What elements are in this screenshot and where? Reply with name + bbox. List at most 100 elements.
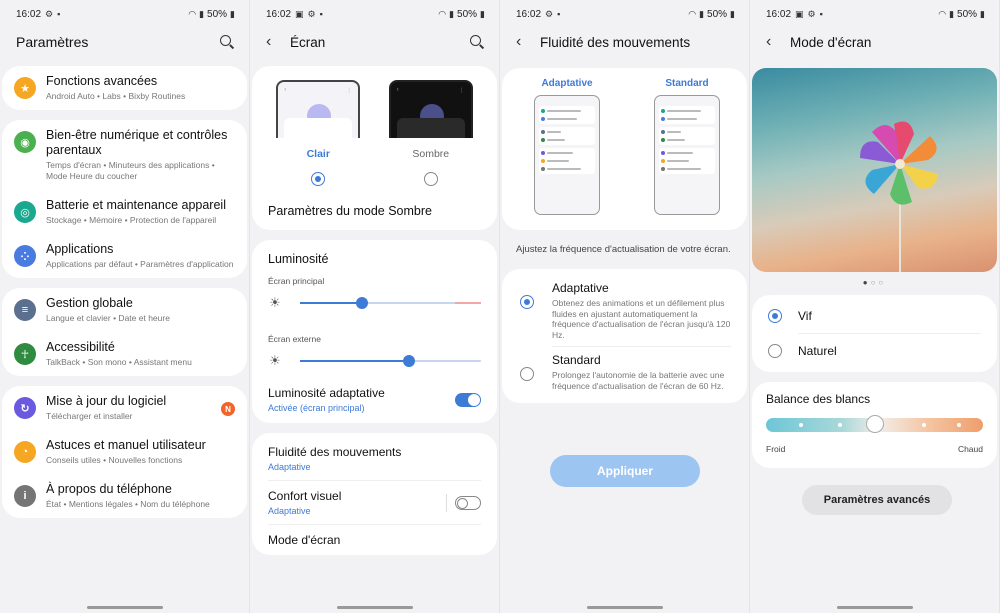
natural-option[interactable]: Naturel	[752, 334, 997, 368]
motion-status: Adaptative	[268, 462, 311, 472]
screen-mode-screen: 16:02 ▣ ⚙ ▪ ◠ ▮ 50% ▮ ‹ Mode d'écran ●○○…	[750, 0, 1000, 613]
status-bar: 16:02 ⚙ ▪ ◠ ▮ 50% ▮	[0, 0, 249, 28]
mini-dot-icon	[661, 159, 665, 163]
item-sub: Temps d'écran • Minuteurs des applicatio…	[46, 160, 215, 181]
gesture-bar[interactable]	[836, 606, 913, 609]
settings-item-update[interactable]: ↻ Mise à jour du logiciel Télécharger et …	[2, 386, 247, 430]
light-radio[interactable]	[311, 172, 326, 186]
mini-phone	[534, 95, 600, 215]
natural-radio[interactable]	[768, 344, 782, 358]
mini-settings-row	[541, 107, 593, 115]
standard-preview: Standard	[650, 78, 724, 215]
adaptive-brightness-row[interactable]: Luminosité adaptative Activée (écran prin…	[252, 378, 497, 423]
dark-mode-settings[interactable]: Paramètres du mode Sombre	[252, 194, 497, 230]
slider-knob[interactable]	[355, 297, 368, 309]
battery-icon: ▮	[480, 8, 485, 19]
white-balance-card: Balance des blancs Froid Chaud	[752, 382, 997, 468]
mini-settings-group	[659, 127, 715, 145]
screen-mode-title: Mode d'écran	[268, 533, 341, 547]
back-icon[interactable]: ‹	[766, 33, 790, 51]
adaptive-option[interactable]: Adaptative Obtenez des animations et un d…	[502, 275, 747, 346]
vivid-option[interactable]: Vif	[752, 299, 997, 333]
motion-smoothness-row[interactable]: Fluidité des mouvements Adaptative	[252, 433, 497, 480]
gear-icon: ⚙	[45, 8, 54, 19]
mini-dot-icon	[541, 159, 545, 163]
mini-dot-icon	[541, 117, 545, 121]
item-label: À propos du téléphone	[46, 482, 172, 496]
settings-item-battery[interactable]: ◎ Batterie et maintenance appareil Stocka…	[2, 190, 247, 234]
screen-mode-options: Vif Naturel	[752, 295, 997, 372]
adaptive-radio[interactable]	[520, 295, 534, 309]
standard-option-title: Standard	[552, 353, 601, 367]
external-brightness-slider[interactable]	[300, 355, 481, 367]
search-icon[interactable]	[469, 34, 485, 50]
mini-dot-icon	[661, 109, 665, 113]
new-badge: N	[221, 402, 235, 416]
white-balance-slider[interactable]	[766, 415, 983, 433]
gesture-bar[interactable]	[586, 606, 663, 609]
mini-settings-row	[541, 149, 593, 157]
gesture-bar[interactable]	[336, 606, 413, 609]
signal-icon: ▮	[949, 8, 955, 19]
battery-level: 50%	[957, 8, 978, 20]
mini-dot-icon	[541, 151, 545, 155]
back-icon[interactable]: ‹	[516, 33, 540, 51]
standard-option[interactable]: Standard Prolongez l'autonomie de la batt…	[502, 347, 747, 397]
battery-level: 50%	[707, 8, 728, 20]
wifi-icon: ◠	[938, 8, 947, 19]
screen-mode-row[interactable]: Mode d'écran	[252, 525, 497, 555]
vivid-radio[interactable]	[768, 309, 782, 323]
preview-image	[752, 68, 997, 272]
apply-button[interactable]: Appliquer	[550, 455, 700, 487]
mini-settings-row	[541, 136, 593, 144]
settings-item-apps[interactable]: ⁘ Applications Applications par défaut • …	[2, 234, 247, 278]
signal-icon: ▮	[699, 8, 705, 19]
item-sub: TalkBack • Son mono • Assistant menu	[46, 357, 192, 367]
settings-item-wellbeing[interactable]: ◉ Bien-être numérique et contrôles paren…	[2, 120, 247, 190]
settings-group-3: ≡ Gestion globale Langue et clavier • Dat…	[2, 288, 247, 376]
mini-text-line	[667, 110, 701, 112]
back-icon[interactable]: ‹	[266, 33, 290, 51]
settings-item-about[interactable]: i À propos du téléphone État • Mentions l…	[2, 474, 247, 518]
external-screen-label: Écran externe	[268, 334, 321, 344]
battery-icon: ▮	[730, 8, 735, 19]
notification-icon: ▪	[557, 9, 561, 19]
settings-item-general[interactable]: ≡ Gestion globale Langue et clavier • Dat…	[2, 288, 247, 332]
item-label: Accessibilité	[46, 340, 115, 354]
settings-item-tips[interactable]: ◔ Astuces et manuel utilisateur Conseils …	[2, 430, 247, 474]
image-icon: ▣	[295, 8, 304, 19]
search-icon[interactable]	[219, 34, 235, 50]
main-brightness-slider[interactable]	[300, 297, 481, 309]
signal-icon: ▮	[199, 8, 205, 19]
cold-label: Froid	[766, 444, 786, 454]
mini-text-line	[667, 131, 681, 133]
mini-text-line	[547, 131, 561, 133]
eye-comfort-row[interactable]: Confort visuel Adaptative	[252, 481, 497, 524]
dark-radio[interactable]	[423, 172, 438, 186]
adaptive-brightness-toggle[interactable]	[455, 392, 481, 407]
mini-dot-icon	[661, 167, 665, 171]
settings-item-accessibility[interactable]: ☥ Accessibilité TalkBack • Son mono • Ass…	[2, 332, 247, 376]
mini-settings-row	[661, 128, 713, 136]
gear-icon: ⚙	[307, 8, 316, 19]
pinwheel-image	[860, 121, 938, 272]
advanced-settings-button[interactable]: Paramètres avancés	[802, 485, 952, 515]
light-theme-option[interactable]: ‹ ⋮ Clair	[276, 80, 361, 186]
display-options-card: Fluidité des mouvements Adaptative Confor…	[252, 433, 497, 555]
gesture-bar[interactable]	[86, 606, 163, 609]
white-balance-knob[interactable]	[865, 415, 884, 433]
wifi-icon: ◠	[688, 8, 697, 19]
dark-theme-option[interactable]: ‹ ⋮ Sombre	[388, 80, 473, 186]
wifi-icon: ◠	[438, 8, 447, 19]
mini-dot-icon	[661, 151, 665, 155]
motion-title: Fluidité des mouvements	[268, 445, 402, 459]
item-sub: Télécharger et installer	[46, 411, 133, 421]
star-icon: ★	[14, 77, 36, 99]
slider-knob[interactable]	[402, 355, 415, 367]
mini-settings-row	[541, 157, 593, 165]
refresh-options-card: Adaptative Obtenez des animations et un d…	[502, 269, 747, 403]
standard-radio[interactable]	[520, 367, 534, 381]
page-title: Mode d'écran	[790, 34, 872, 50]
eye-comfort-toggle[interactable]	[455, 495, 481, 510]
settings-item-advanced[interactable]: ★ Fonctions avancées Android Auto • Labs …	[2, 66, 247, 110]
